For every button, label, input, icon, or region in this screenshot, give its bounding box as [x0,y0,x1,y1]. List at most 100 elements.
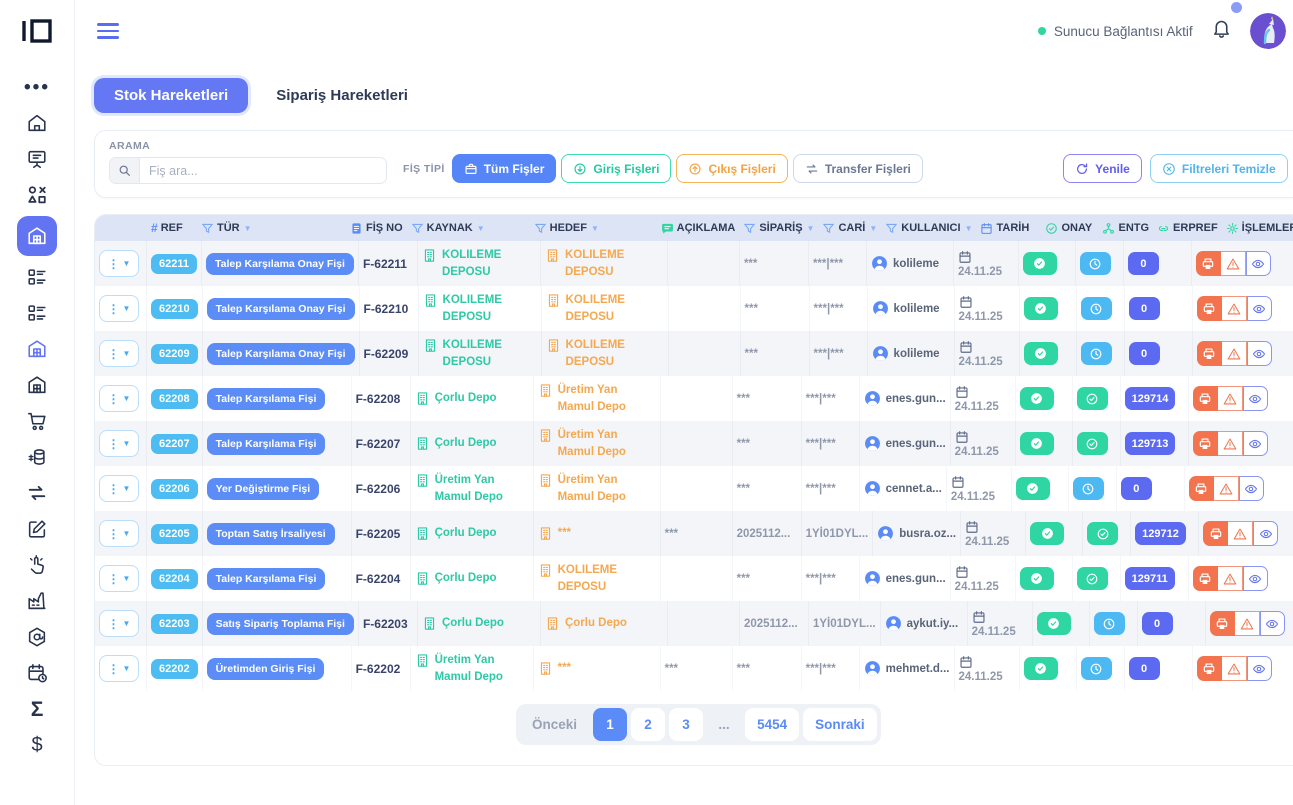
entg-done-button[interactable] [1077,387,1108,410]
view-button[interactable] [1247,296,1272,321]
search-input[interactable] [140,158,386,183]
pagination-next-button[interactable]: Sonraki [803,708,877,741]
view-button[interactable] [1253,521,1278,546]
erpref-badge[interactable]: 129713 [1125,432,1176,455]
warning-button[interactable] [1221,251,1246,276]
column-header-tur[interactable]: TÜR▼ [197,222,346,235]
sidebar-item-factory-icon[interactable] [19,586,55,616]
entg-pending-button[interactable] [1094,612,1125,635]
warning-button[interactable] [1214,476,1239,501]
sidebar-item-tap-icon[interactable] [19,550,55,580]
sidebar-item-warehouse-icon[interactable] [17,216,57,256]
onay-approved-button[interactable] [1024,342,1058,365]
entg-pending-button[interactable] [1081,342,1112,365]
row-actions-button[interactable]: ⋮▼ [99,520,139,547]
filter-chip-all[interactable]: Tüm Fişler [452,154,557,183]
erpref-badge[interactable]: 0 [1142,612,1173,635]
row-actions-button[interactable]: ⋮▼ [99,250,139,277]
hamburger-menu-icon[interactable] [97,23,119,39]
row-actions-button[interactable]: ⋮▼ [99,475,139,502]
erpref-badge[interactable]: 0 [1121,477,1152,500]
onay-approved-button[interactable] [1023,252,1057,275]
entg-done-button[interactable] [1077,567,1108,590]
row-actions-button[interactable]: ⋮▼ [99,340,139,367]
sidebar-item-sigma-icon[interactable]: Σ [19,694,55,724]
view-button[interactable] [1247,341,1272,366]
erpref-badge[interactable]: 129711 [1125,567,1175,590]
column-header-kullanici[interactable]: KULLANICI▼ [881,222,976,235]
row-actions-button[interactable]: ⋮▼ [99,610,139,637]
erpref-badge[interactable]: 129714 [1125,387,1176,410]
warning-button[interactable] [1218,566,1243,591]
pagination-page-1[interactable]: 1 [593,708,627,741]
row-actions-button[interactable]: ⋮▼ [99,295,139,322]
pagination-page-2[interactable]: 2 [631,708,665,741]
entg-done-button[interactable] [1077,432,1108,455]
print-button[interactable] [1193,431,1218,456]
erpref-badge[interactable]: 0 [1128,252,1159,275]
filter-chip-giris[interactable]: Giriş Fişleri [561,154,671,183]
entg-pending-button[interactable] [1081,657,1112,680]
print-button[interactable] [1203,521,1228,546]
view-button[interactable] [1243,566,1268,591]
warning-button[interactable] [1228,521,1253,546]
warning-button[interactable] [1222,296,1247,321]
warning-button[interactable] [1218,431,1243,456]
print-button[interactable] [1193,386,1218,411]
sidebar-item-monitor-icon[interactable] [19,144,55,174]
notifications-bell-icon[interactable] [1211,18,1232,44]
onay-approved-button[interactable] [1024,297,1058,320]
pagination-ellipsis[interactable]: ... [707,708,741,741]
erpref-badge[interactable]: 0 [1129,297,1160,320]
tab-siparis-hareketleri[interactable]: Sipariş Hareketleri [276,87,408,104]
entg-pending-button[interactable] [1081,297,1112,320]
erpref-badge[interactable]: 0 [1129,342,1160,365]
clear-filters-button[interactable]: Filtreleri Temizle [1150,154,1288,183]
sidebar-item-calendar-clock-icon[interactable] [19,658,55,688]
sidebar-item-home-icon[interactable] [19,108,55,138]
sidebar-item-shapes-icon[interactable] [19,180,55,210]
erpref-badge[interactable]: 0 [1129,657,1160,680]
pagination-page-3[interactable]: 3 [669,708,703,741]
warning-button[interactable] [1222,341,1247,366]
print-button[interactable] [1189,476,1214,501]
onay-approved-button[interactable] [1016,477,1050,500]
filter-chip-transfer[interactable]: Transfer Fişleri [793,154,923,183]
sidebar-item-checklist-icon[interactable] [19,262,55,292]
sidebar-item-transfer-icon[interactable] [19,478,55,508]
sidebar-item-warehouse3-icon[interactable] [19,370,55,400]
erpref-badge[interactable]: 129712 [1135,522,1186,545]
sidebar-item-dots-menu-icon[interactable]: ••• [19,72,55,102]
row-actions-button[interactable]: ⋮▼ [99,655,139,682]
row-actions-button[interactable]: ⋮▼ [99,385,139,412]
print-button[interactable] [1196,251,1221,276]
warning-button[interactable] [1222,656,1247,681]
onay-approved-button[interactable] [1020,432,1054,455]
view-button[interactable] [1243,386,1268,411]
tab-stok-hareketleri[interactable]: Stok Hareketleri [94,78,248,113]
column-header-kaynak[interactable]: KAYNAK▼ [407,222,530,235]
row-actions-button[interactable]: ⋮▼ [99,565,139,592]
entg-done-button[interactable] [1087,522,1118,545]
column-header-hedef[interactable]: HEDEF▼ [530,222,657,235]
sidebar-item-cart-icon[interactable] [19,406,55,436]
warning-button[interactable] [1218,386,1243,411]
print-button[interactable] [1197,341,1222,366]
onay-approved-button[interactable] [1024,657,1058,680]
view-button[interactable] [1246,251,1271,276]
print-button[interactable] [1197,296,1222,321]
entg-pending-button[interactable] [1080,252,1111,275]
onay-approved-button[interactable] [1020,567,1054,590]
user-avatar[interactable] [1250,13,1286,49]
entg-pending-button[interactable] [1073,477,1104,500]
view-button[interactable] [1243,431,1268,456]
sidebar-item-edit-icon[interactable] [19,514,55,544]
print-button[interactable] [1210,611,1235,636]
refresh-button[interactable]: Yenile [1063,154,1142,183]
pagination-page-5454[interactable]: 5454 [745,708,799,741]
app-logo-icon[interactable] [20,16,54,46]
sidebar-item-dollar-icon[interactable]: $ [19,730,55,760]
sidebar-item-warehouse2-icon[interactable] [19,334,55,364]
column-header-siparis[interactable]: SİPARİŞ▼ [739,222,818,235]
view-button[interactable] [1239,476,1264,501]
